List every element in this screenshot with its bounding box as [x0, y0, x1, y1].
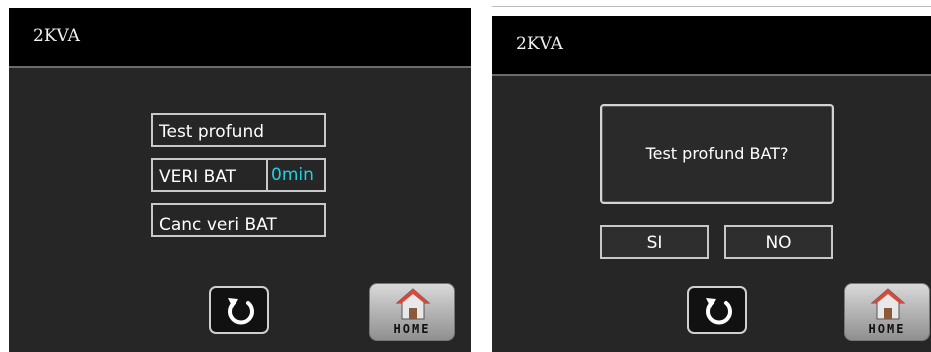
refresh-icon	[706, 298, 732, 325]
battery-check-duration-value: 0min	[271, 165, 314, 185]
home-button[interactable]: HOME	[844, 283, 930, 341]
home-button[interactable]: HOME	[369, 283, 455, 341]
confirm-dialog: Test profund BAT?	[600, 104, 834, 204]
refresh-button[interactable]	[687, 286, 747, 334]
title-bar: 2KVA	[492, 16, 931, 76]
battery-menu-screen: 2KVA Test profund VERI BAT 0min Canc ver…	[9, 8, 471, 352]
home-label: HOME	[868, 322, 906, 336]
device-title: 2KVA	[33, 26, 80, 46]
home-icon	[870, 288, 906, 320]
deep-test-button[interactable]: Test profund	[151, 113, 326, 147]
yes-label: SI	[646, 233, 663, 253]
deep-test-label: Test profund	[159, 122, 265, 142]
no-button[interactable]: NO	[724, 225, 833, 259]
no-label: NO	[765, 233, 792, 253]
battery-check-label: VERI BAT	[159, 167, 236, 187]
home-label: HOME	[393, 322, 431, 336]
title-bar: 2KVA	[9, 8, 471, 68]
dialog-message: Test profund BAT?	[645, 144, 789, 163]
yes-button[interactable]: SI	[600, 225, 709, 259]
home-icon	[395, 288, 431, 320]
refresh-button[interactable]	[209, 286, 269, 334]
confirm-deep-test-screen: 2KVA Test profund BAT? SI NO HOME	[492, 16, 931, 352]
cancel-battery-check-button[interactable]: Canc veri BAT	[151, 203, 326, 237]
battery-check-button[interactable]: VERI BAT 0min	[151, 158, 326, 192]
cancel-battery-check-label: Canc veri BAT	[159, 215, 277, 235]
divider-line	[492, 6, 931, 7]
battery-check-duration[interactable]: 0min	[266, 158, 324, 192]
device-title: 2KVA	[516, 34, 563, 54]
refresh-icon	[228, 298, 254, 325]
